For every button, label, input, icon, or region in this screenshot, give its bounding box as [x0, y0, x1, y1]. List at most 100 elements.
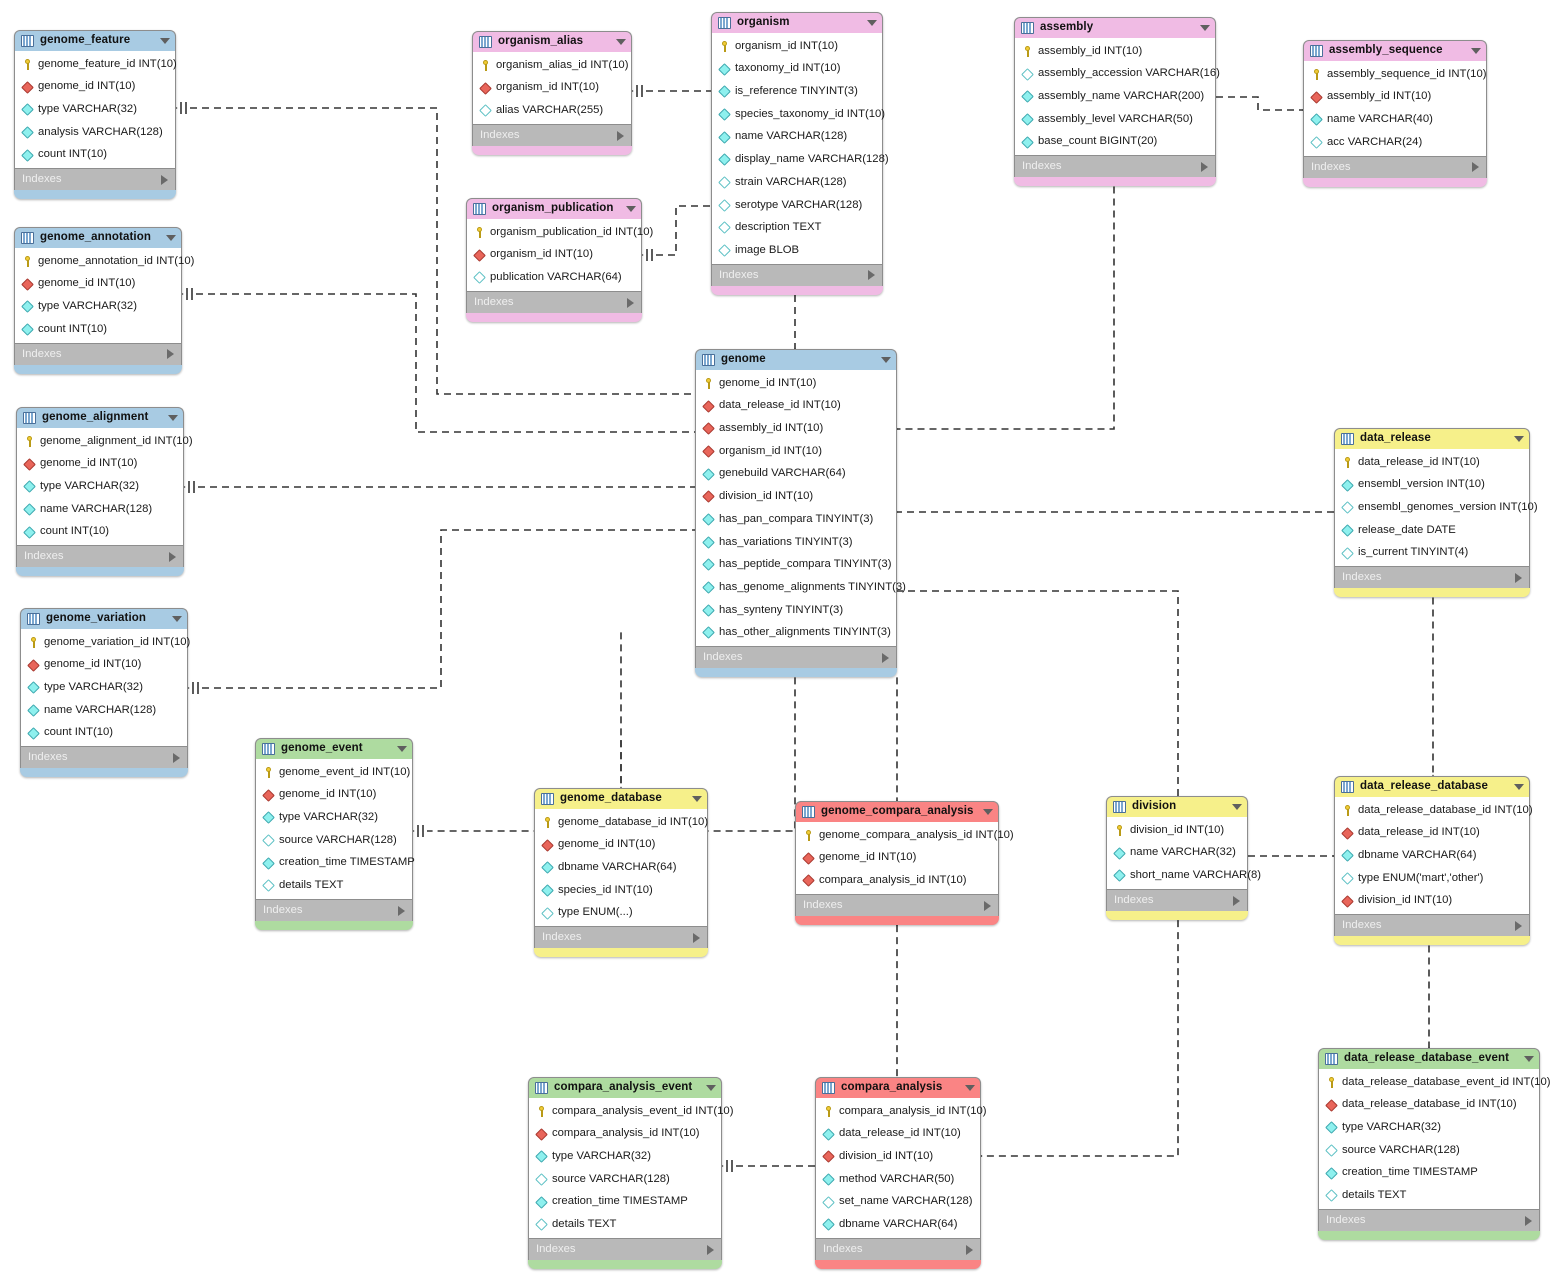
column-row[interactable]: assembly_id INT(10)	[1015, 40, 1215, 63]
indexes-section-organism_alias[interactable]: Indexes	[472, 124, 632, 147]
column-row[interactable]: genome_id INT(10)	[21, 654, 187, 677]
column-row[interactable]: creation_time TIMESTAMP	[529, 1191, 721, 1214]
column-row[interactable]: dbname VARCHAR(64)	[535, 856, 707, 879]
chevron-down-icon[interactable]	[168, 415, 178, 421]
column-row[interactable]: type ENUM(...)	[535, 902, 707, 925]
table-header-genome_feature[interactable]: genome_feature	[14, 30, 176, 51]
column-row[interactable]: assembly_level VARCHAR(50)	[1015, 108, 1215, 131]
table-header-compara_analysis_event[interactable]: compara_analysis_event	[528, 1077, 722, 1098]
column-row[interactable]: has_peptide_compara TINYINT(3)	[696, 554, 896, 577]
table-header-organism_publication[interactable]: organism_publication	[466, 198, 642, 219]
chevron-right-icon[interactable]	[1201, 161, 1208, 172]
chevron-down-icon[interactable]	[1471, 48, 1481, 54]
indexes-section-genome_feature[interactable]: Indexes	[14, 168, 176, 191]
indexes-section-genome_annotation[interactable]: Indexes	[14, 342, 182, 365]
chevron-down-icon[interactable]	[160, 38, 170, 44]
chevron-right-icon[interactable]	[169, 551, 176, 562]
table-genome_alignment[interactable]: genome_alignment genome_alignment_id INT(…	[16, 407, 193, 577]
column-row[interactable]: dbname VARCHAR(64)	[1335, 844, 1529, 867]
chevron-down-icon[interactable]	[397, 746, 407, 752]
column-row[interactable]: division_id INT(10)	[1335, 890, 1529, 913]
column-row[interactable]: details TEXT	[529, 1213, 721, 1236]
table-header-data_release_database_event[interactable]: data_release_database_event	[1318, 1048, 1540, 1069]
table-header-genome_annotation[interactable]: genome_annotation	[14, 227, 182, 248]
column-row[interactable]: name VARCHAR(128)	[712, 126, 882, 149]
column-row[interactable]: genome_database_id INT(10)	[535, 811, 708, 834]
column-row[interactable]: genome_id INT(10)	[535, 834, 707, 857]
column-row[interactable]: genome_variation_id INT(10)	[21, 631, 190, 654]
chevron-right-icon[interactable]	[398, 905, 405, 916]
column-row[interactable]: description TEXT	[712, 217, 882, 240]
column-row[interactable]: name VARCHAR(128)	[17, 498, 183, 521]
column-row[interactable]: type VARCHAR(32)	[529, 1145, 721, 1168]
column-row[interactable]: organism_publication_id INT(10)	[467, 221, 653, 244]
table-division[interactable]: division division_id INT(10) name VARCHAR(…	[1106, 796, 1261, 921]
column-row[interactable]: data_release_database_id INT(10)	[1319, 1094, 1539, 1117]
indexes-section-genome[interactable]: Indexes	[695, 646, 897, 669]
column-row[interactable]: source VARCHAR(128)	[1319, 1139, 1539, 1162]
column-row[interactable]: assembly_id INT(10)	[696, 417, 896, 440]
chevron-down-icon[interactable]	[1232, 804, 1242, 810]
column-row[interactable]: type ENUM('mart','other')	[1335, 867, 1529, 890]
indexes-section-genome_compara_analysis[interactable]: Indexes	[795, 894, 999, 917]
chevron-right-icon[interactable]	[617, 130, 624, 141]
table-header-genome_compara_analysis[interactable]: genome_compara_analysis	[795, 801, 999, 822]
column-row[interactable]: organism_alias_id INT(10)	[473, 54, 631, 77]
chevron-down-icon[interactable]	[692, 796, 702, 802]
column-row[interactable]: acc VARCHAR(24)	[1304, 131, 1486, 154]
table-data_release_database_event[interactable]: data_release_database_event data_release_…	[1318, 1048, 1551, 1241]
chevron-down-icon[interactable]	[1200, 25, 1210, 31]
column-row[interactable]: name VARCHAR(128)	[21, 699, 187, 722]
table-header-compara_analysis[interactable]: compara_analysis	[815, 1077, 981, 1098]
column-row[interactable]: ensembl_genomes_version INT(10)	[1335, 496, 1538, 519]
table-assembly[interactable]: assembly assembly_id INT(10) assembly_acce…	[1014, 17, 1220, 187]
column-row[interactable]: type VARCHAR(32)	[1319, 1116, 1539, 1139]
table-organism_publication[interactable]: organism_publication organism_publication…	[466, 198, 653, 323]
table-header-genome_event[interactable]: genome_event	[255, 738, 413, 759]
column-row[interactable]: genome_id INT(10)	[15, 273, 181, 296]
column-row[interactable]: set_name VARCHAR(128)	[816, 1191, 980, 1214]
chevron-right-icon[interactable]	[161, 174, 168, 185]
column-row[interactable]: source VARCHAR(128)	[256, 829, 412, 852]
column-row[interactable]: count INT(10)	[21, 722, 187, 745]
chevron-down-icon[interactable]	[706, 1085, 716, 1091]
table-genome_database[interactable]: genome_database genome_database_id INT(10…	[534, 788, 708, 958]
column-row[interactable]: data_release_id INT(10)	[1335, 822, 1529, 845]
column-row[interactable]: serotype VARCHAR(128)	[712, 194, 882, 217]
column-row[interactable]: species_taxonomy_id INT(10)	[712, 103, 885, 126]
chevron-right-icon[interactable]	[1472, 162, 1479, 173]
column-row[interactable]: alias VARCHAR(255)	[473, 99, 631, 122]
chevron-down-icon[interactable]	[626, 206, 636, 212]
column-row[interactable]: count INT(10)	[15, 144, 175, 167]
chevron-right-icon[interactable]	[693, 932, 700, 943]
column-row[interactable]: genome_id INT(10)	[696, 372, 896, 395]
column-row[interactable]: genome_event_id INT(10)	[256, 761, 412, 784]
indexes-section-data_release[interactable]: Indexes	[1334, 566, 1530, 589]
column-row[interactable]: organism_id INT(10)	[712, 35, 882, 58]
chevron-right-icon[interactable]	[707, 1244, 714, 1255]
table-compara_analysis[interactable]: compara_analysis compara_analysis_id INT(…	[815, 1077, 987, 1270]
column-row[interactable]: compara_analysis_event_id INT(10)	[529, 1100, 733, 1123]
indexes-section-assembly[interactable]: Indexes	[1014, 155, 1216, 178]
column-row[interactable]: creation_time TIMESTAMP	[1319, 1162, 1539, 1185]
column-row[interactable]: data_release_id INT(10)	[1335, 451, 1529, 474]
column-row[interactable]: type VARCHAR(32)	[17, 475, 183, 498]
column-row[interactable]: type VARCHAR(32)	[256, 806, 412, 829]
table-data_release[interactable]: data_release data_release_id INT(10) ensem…	[1334, 428, 1538, 598]
table-header-assembly_sequence[interactable]: assembly_sequence	[1303, 40, 1487, 61]
table-header-genome_variation[interactable]: genome_variation	[20, 608, 188, 629]
chevron-right-icon[interactable]	[1525, 1215, 1532, 1226]
column-row[interactable]: strain VARCHAR(128)	[712, 171, 882, 194]
column-row[interactable]: count INT(10)	[17, 521, 183, 544]
column-row[interactable]: genome_id INT(10)	[796, 847, 998, 870]
column-row[interactable]: division_id INT(10)	[1107, 819, 1247, 842]
indexes-section-data_release_database[interactable]: Indexes	[1334, 914, 1530, 937]
column-row[interactable]: is_reference TINYINT(3)	[712, 80, 882, 103]
column-row[interactable]: has_genome_alignments TINYINT(3)	[696, 576, 906, 599]
table-genome_annotation[interactable]: genome_annotation genome_annotation_id IN…	[14, 227, 194, 374]
chevron-down-icon[interactable]	[965, 1085, 975, 1091]
column-row[interactable]: source VARCHAR(128)	[529, 1168, 721, 1191]
indexes-section-compara_analysis[interactable]: Indexes	[815, 1238, 981, 1261]
indexes-section-genome_variation[interactable]: Indexes	[20, 746, 188, 769]
chevron-down-icon[interactable]	[1524, 1056, 1534, 1062]
